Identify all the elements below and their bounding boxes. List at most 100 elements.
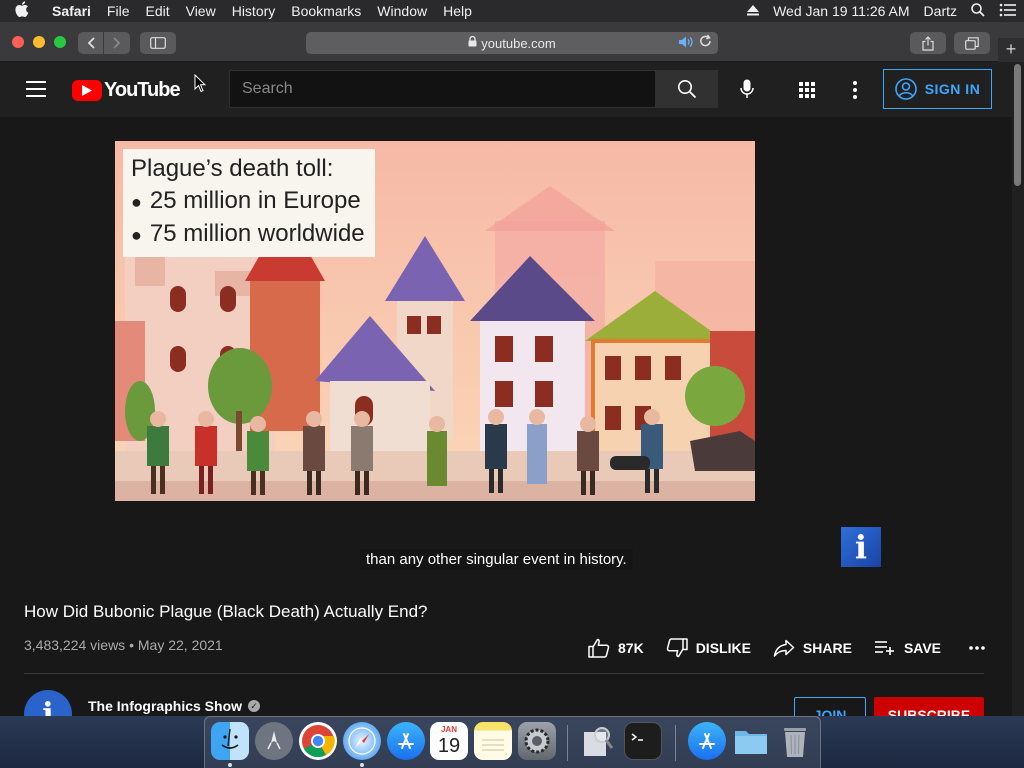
voice-search-button[interactable]	[732, 74, 762, 104]
menu-help[interactable]: Help	[435, 3, 480, 19]
share-label: SHARE	[802, 640, 852, 656]
navigation-buttons	[78, 32, 130, 54]
spotlight-icon[interactable]	[964, 2, 992, 20]
calendar-month: JAN	[440, 725, 457, 734]
youtube-logo-text: YouTube	[104, 79, 181, 101]
notes-icon[interactable]	[474, 722, 512, 760]
menu-edit[interactable]: Edit	[137, 3, 177, 19]
tab-overview-button[interactable]	[954, 32, 990, 54]
share-button[interactable]	[910, 32, 946, 54]
trash-icon[interactable]	[776, 722, 814, 760]
minimize-window-button[interactable]	[33, 36, 45, 48]
video-player[interactable]: Plague’s death toll: ● 25 million in Euro…	[0, 117, 1012, 587]
menu-file[interactable]: File	[99, 3, 138, 19]
youtube-play-icon	[72, 80, 102, 101]
share-video-button[interactable]: SHARE	[773, 639, 852, 657]
menu-app-name[interactable]: Safari	[44, 3, 99, 19]
dislike-button[interactable]: DISLIKE	[666, 638, 751, 658]
menu-view[interactable]: View	[178, 3, 224, 19]
speaker-icon[interactable]	[678, 35, 694, 52]
save-button[interactable]: SAVE	[874, 640, 941, 656]
menu-user[interactable]: Dartz	[917, 3, 964, 19]
finder-icon[interactable]	[211, 722, 249, 760]
control-center-icon[interactable]	[992, 3, 1024, 20]
fullscreen-window-button[interactable]	[54, 36, 66, 48]
dislike-label: DISLIKE	[695, 640, 751, 656]
video-frame[interactable]: Plague’s death toll: ● 25 million in Euro…	[115, 141, 755, 501]
save-label: SAVE	[903, 640, 942, 656]
video-caption: than any other singular event in history…	[360, 549, 633, 570]
death-toll-overlay: Plague’s death toll: ● 25 million in Euro…	[123, 149, 375, 257]
forward-button[interactable]	[104, 32, 130, 54]
guide-menu-icon[interactable]	[26, 81, 46, 97]
overlay-item: ● 75 million worldwide	[131, 220, 365, 247]
sign-in-button[interactable]: SIGN IN	[883, 69, 992, 109]
eject-icon[interactable]	[740, 3, 766, 19]
menu-bookmarks[interactable]: Bookmarks	[283, 3, 369, 19]
reload-icon[interactable]	[699, 34, 712, 51]
channel-name-link[interactable]: The Infographics Show ✓	[88, 698, 261, 714]
safari-icon[interactable]	[343, 722, 381, 760]
scrollbar-thumb[interactable]	[1014, 64, 1021, 186]
new-tab-button[interactable]: +	[998, 38, 1024, 62]
dock-separator	[675, 725, 676, 761]
macos-dock: JAN 19	[204, 716, 821, 768]
channel-name: The Infographics Show	[88, 698, 243, 714]
thumbs-down-icon	[666, 638, 688, 658]
page-scrollbar[interactable]	[1012, 62, 1024, 716]
url-text: youtube.com	[481, 35, 556, 51]
finder-running-indicator	[228, 763, 232, 767]
menu-window[interactable]: Window	[369, 3, 435, 19]
safari-running-indicator	[360, 763, 364, 767]
folder-icon[interactable]	[732, 722, 770, 760]
youtube-logo[interactable]: YouTube	[72, 79, 181, 102]
close-window-button[interactable]	[12, 36, 24, 48]
search-icon	[678, 80, 697, 99]
video-meta: 3,483,224 views • May 22, 2021	[24, 637, 223, 653]
more-actions-icon[interactable]	[969, 646, 993, 650]
search-button[interactable]	[656, 70, 718, 108]
verified-check-icon: ✓	[248, 700, 261, 712]
macos-menu-bar: Safari File Edit View History Bookmarks …	[0, 0, 1024, 22]
chrome-icon[interactable]	[299, 722, 337, 760]
safari-toolbar: youtube.com	[0, 22, 1024, 62]
calendar-day: 19	[437, 735, 461, 757]
app-store-downloads-icon[interactable]	[688, 722, 726, 760]
mouse-cursor-icon	[194, 73, 207, 98]
address-bar[interactable]: youtube.com	[306, 32, 718, 54]
settings-more-icon[interactable]	[843, 78, 867, 102]
youtube-header: YouTube Search SIGN IN	[0, 62, 1012, 117]
meta-separator: •	[129, 637, 138, 653]
view-count: 3,483,224 views	[24, 637, 126, 653]
menu-clock[interactable]: Wed Jan 19 11:26 AM	[766, 3, 916, 19]
system-preferences-icon[interactable]	[518, 722, 556, 760]
lock-icon	[468, 35, 477, 50]
channel-watermark-icon[interactable]: i	[841, 527, 881, 567]
terminal-icon[interactable]	[624, 722, 662, 760]
overlay-item-text: 25 million in Europe	[149, 187, 361, 214]
overlay-item-text: 75 million worldwide	[149, 220, 365, 247]
details-divider	[24, 673, 984, 674]
back-button[interactable]	[78, 32, 104, 54]
apple-menu-icon[interactable]	[0, 1, 44, 21]
thumbs-up-icon	[588, 638, 610, 658]
calendar-icon[interactable]: JAN 19	[430, 722, 468, 760]
dock-separator	[567, 725, 568, 761]
sidebar-toggle-button[interactable]	[140, 32, 176, 54]
microphone-icon	[740, 79, 754, 98]
overlay-item: ● 25 million in Europe	[131, 187, 361, 214]
launchpad-icon[interactable]	[255, 722, 293, 760]
search-input[interactable]: Search	[229, 70, 656, 108]
like-button[interactable]: 87K	[588, 638, 644, 658]
app-store-icon[interactable]	[387, 722, 425, 760]
preview-icon[interactable]	[578, 722, 616, 760]
sign-in-label: SIGN IN	[924, 81, 981, 97]
overlay-heading: Plague’s death toll:	[131, 155, 334, 182]
menu-history[interactable]: History	[224, 3, 284, 19]
youtube-apps-icon[interactable]	[795, 78, 819, 102]
like-count: 87K	[618, 640, 644, 656]
video-title: How Did Bubonic Plague (Black Death) Act…	[24, 602, 428, 621]
upload-date: May 22, 2021	[137, 637, 223, 653]
add-to-playlist-icon	[874, 641, 894, 655]
share-arrow-icon	[773, 639, 795, 657]
